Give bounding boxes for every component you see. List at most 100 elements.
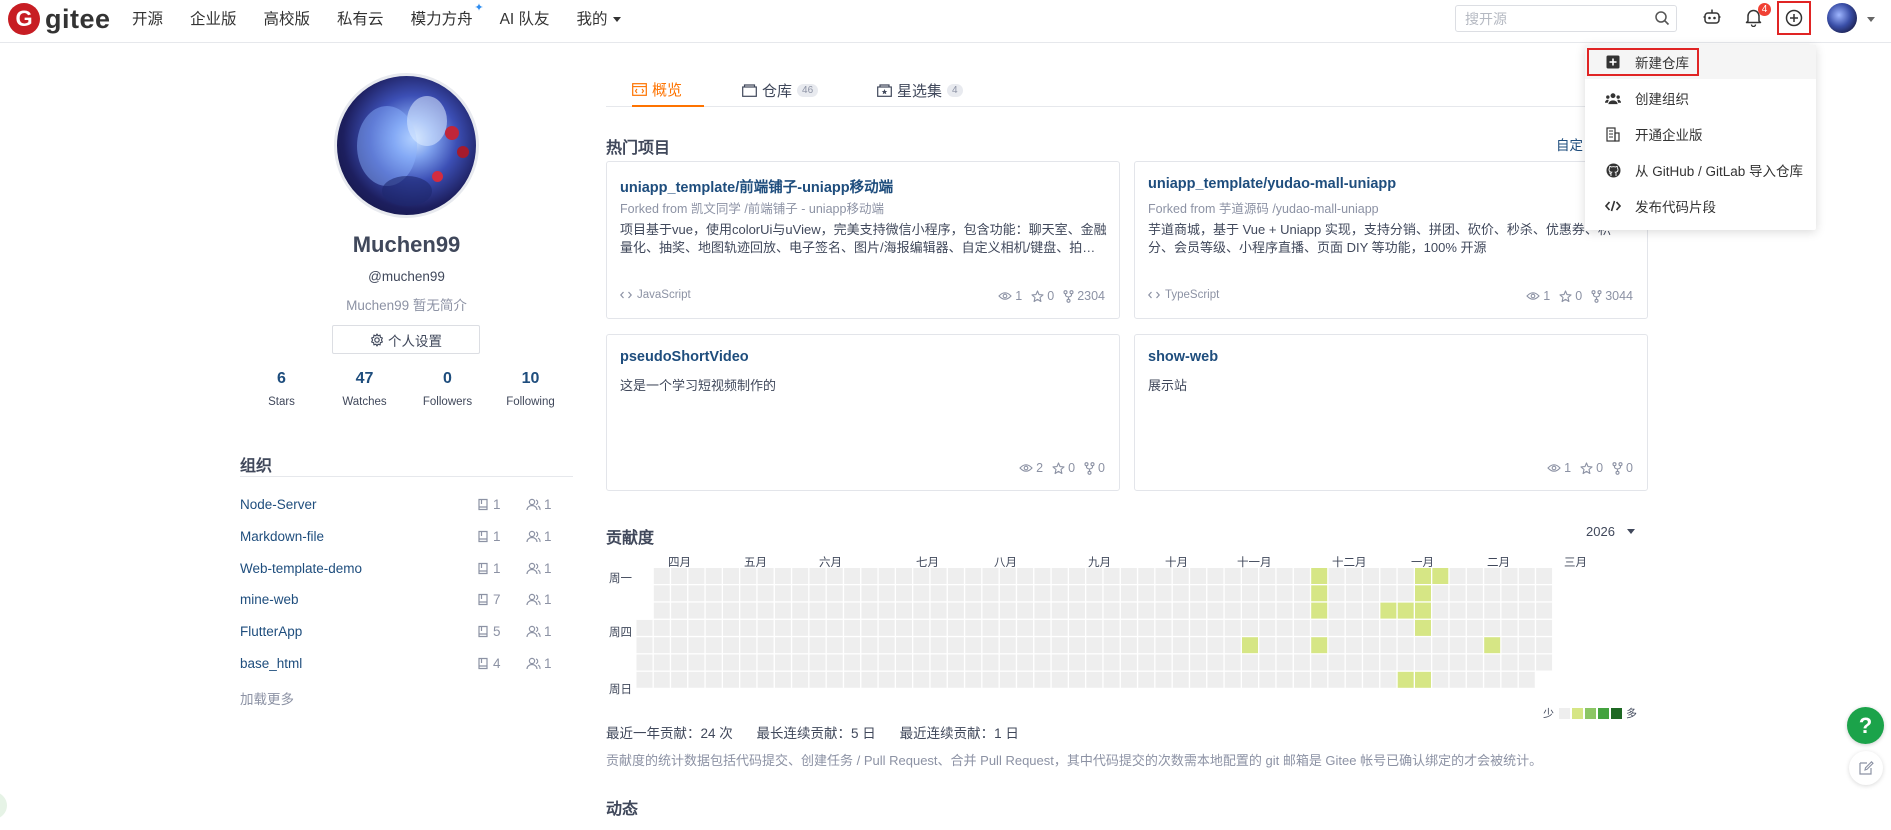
heatmap-cell[interactable] — [723, 654, 739, 671]
stat-watches[interactable]: 47 Watches — [323, 370, 406, 408]
heatmap-cell[interactable] — [844, 568, 861, 584]
menu-import-repository[interactable]: 从 GitHub / GitLab 导入仓库 — [1585, 153, 1816, 187]
heatmap-cell[interactable] — [1536, 654, 1553, 671]
heatmap-cell[interactable] — [1120, 619, 1137, 636]
heatmap-cell[interactable] — [1259, 585, 1276, 602]
menu-create-organization[interactable]: 创建组织 — [1585, 81, 1816, 115]
heatmap-cell[interactable] — [1172, 602, 1189, 619]
heatmap-cell[interactable] — [1259, 602, 1276, 619]
heatmap-cell[interactable] — [774, 602, 791, 619]
heatmap-cell[interactable] — [896, 637, 912, 654]
search-input[interactable] — [1456, 6, 1636, 31]
heatmap-cell[interactable] — [1518, 637, 1535, 654]
heatmap-cell[interactable] — [671, 671, 688, 688]
heatmap-cell[interactable] — [965, 671, 982, 688]
project-star[interactable]: 0 — [1031, 289, 1054, 303]
heatmap-cell[interactable] — [861, 619, 878, 636]
heatmap-cell[interactable] — [1259, 568, 1276, 584]
heatmap-cell[interactable] — [982, 637, 999, 654]
heatmap-cell[interactable] — [1224, 654, 1241, 671]
heatmap-cell[interactable] — [705, 671, 722, 688]
heatmap-cell[interactable] — [1155, 671, 1172, 688]
heatmap-cell[interactable] — [1501, 637, 1518, 654]
heatmap-cell[interactable] — [1069, 671, 1085, 688]
heatmap-cell[interactable] — [757, 671, 774, 688]
heatmap-cell[interactable] — [1224, 568, 1241, 584]
heatmap-cell[interactable] — [861, 637, 878, 654]
heatmap-cell[interactable] — [878, 568, 895, 584]
heatmap-cell[interactable] — [1190, 568, 1207, 584]
heatmap-cell[interactable] — [844, 585, 861, 602]
heatmap-cell[interactable] — [1259, 637, 1276, 654]
heatmap-cell[interactable] — [861, 602, 878, 619]
heatmap-cell[interactable] — [1034, 654, 1051, 671]
heatmap-cell[interactable] — [723, 585, 739, 602]
heatmap-cell[interactable] — [1017, 637, 1034, 654]
heatmap-cell[interactable] — [982, 585, 999, 602]
project-watch[interactable]: 1 — [1526, 289, 1550, 303]
heatmap-cell[interactable] — [1432, 619, 1449, 636]
heatmap-cell[interactable] — [1051, 568, 1068, 584]
heatmap-cell[interactable] — [1103, 654, 1120, 671]
heatmap-cell[interactable] — [1363, 568, 1380, 584]
heatmap-cell[interactable] — [1069, 654, 1085, 671]
heatmap-cell[interactable] — [1017, 619, 1034, 636]
heatmap-cell[interactable] — [896, 602, 912, 619]
heatmap-cell[interactable] — [1397, 568, 1414, 584]
heatmap-cell[interactable] — [861, 568, 878, 584]
heatmap-cell[interactable] — [671, 585, 688, 602]
heatmap-cell[interactable] — [774, 654, 791, 671]
heatmap-cell[interactable] — [947, 654, 964, 671]
heatmap-cell[interactable] — [705, 602, 722, 619]
heatmap-cell[interactable] — [757, 585, 774, 602]
heatmap-cell[interactable] — [1207, 619, 1224, 636]
heatmap-cell[interactable] — [636, 637, 653, 654]
heatmap-cell[interactable] — [1328, 637, 1345, 654]
nav-private-cloud[interactable]: 私有云 — [337, 7, 384, 29]
robot-icon[interactable] — [1702, 7, 1722, 27]
project-title-link[interactable]: uniapp_template/yudao-mall-uniapp — [1148, 176, 1396, 192]
heatmap-cell[interactable] — [878, 637, 895, 654]
heatmap-cell[interactable] — [809, 654, 826, 671]
project-title-link[interactable]: show-web — [1148, 349, 1218, 365]
heatmap-cell[interactable] — [1501, 619, 1518, 636]
heatmap-cell[interactable] — [844, 637, 861, 654]
heatmap-cell[interactable] — [1051, 619, 1068, 636]
heatmap-cell[interactable] — [1155, 637, 1172, 654]
project-title-link[interactable]: uniapp_template/前端铺子-uniapp移动端 — [620, 176, 893, 197]
heatmap-cell[interactable] — [982, 568, 999, 584]
heatmap-cell[interactable] — [1207, 602, 1224, 619]
heatmap-cell[interactable] — [1293, 671, 1310, 688]
heatmap-cell[interactable] — [809, 602, 826, 619]
stat-followers[interactable]: 0 Followers — [406, 370, 489, 408]
project-card[interactable]: uniapp_template/yudao-mall-uniapp Forked… — [1134, 161, 1648, 319]
heatmap-cell[interactable] — [774, 619, 791, 636]
project-fork[interactable]: 0 — [1084, 461, 1105, 475]
heatmap-cell[interactable] — [1432, 654, 1449, 671]
create-menu-button[interactable] — [1777, 1, 1811, 35]
nav-open-source[interactable]: 开源 — [132, 7, 163, 29]
nav-enterprise[interactable]: 企业版 — [190, 7, 237, 29]
heatmap-cell[interactable] — [1518, 568, 1535, 584]
heatmap-cell[interactable] — [896, 619, 912, 636]
heatmap-cell[interactable] — [1345, 568, 1362, 584]
heatmap-cell[interactable] — [826, 654, 843, 671]
heatmap-cell[interactable] — [1103, 602, 1120, 619]
heatmap-cell[interactable] — [1017, 568, 1034, 584]
project-fork[interactable]: 2304 — [1063, 289, 1105, 303]
heatmap-cell[interactable] — [1155, 602, 1172, 619]
project-forked-from[interactable]: Forked from 凯文同学 /前端铺子 - uniapp移动端 — [620, 198, 884, 217]
heatmap-cell[interactable] — [809, 671, 826, 688]
project-card[interactable]: pseudoShortVideo 这是一个学习短视频制作的 2 0 0 — [606, 334, 1120, 491]
heatmap-cell[interactable] — [1449, 568, 1466, 584]
heatmap-cell[interactable] — [1259, 619, 1276, 636]
heatmap-cell[interactable] — [1051, 671, 1068, 688]
heatmap-cell[interactable] — [1103, 568, 1120, 584]
project-fork[interactable]: 3044 — [1591, 289, 1633, 303]
heatmap-cell[interactable] — [1190, 619, 1207, 636]
heatmap-cell[interactable] — [982, 602, 999, 619]
heatmap-cell[interactable] — [671, 568, 688, 584]
heatmap-cell[interactable] — [1224, 619, 1241, 636]
heatmap-cell[interactable] — [792, 654, 809, 671]
heatmap-cell[interactable] — [965, 568, 982, 584]
